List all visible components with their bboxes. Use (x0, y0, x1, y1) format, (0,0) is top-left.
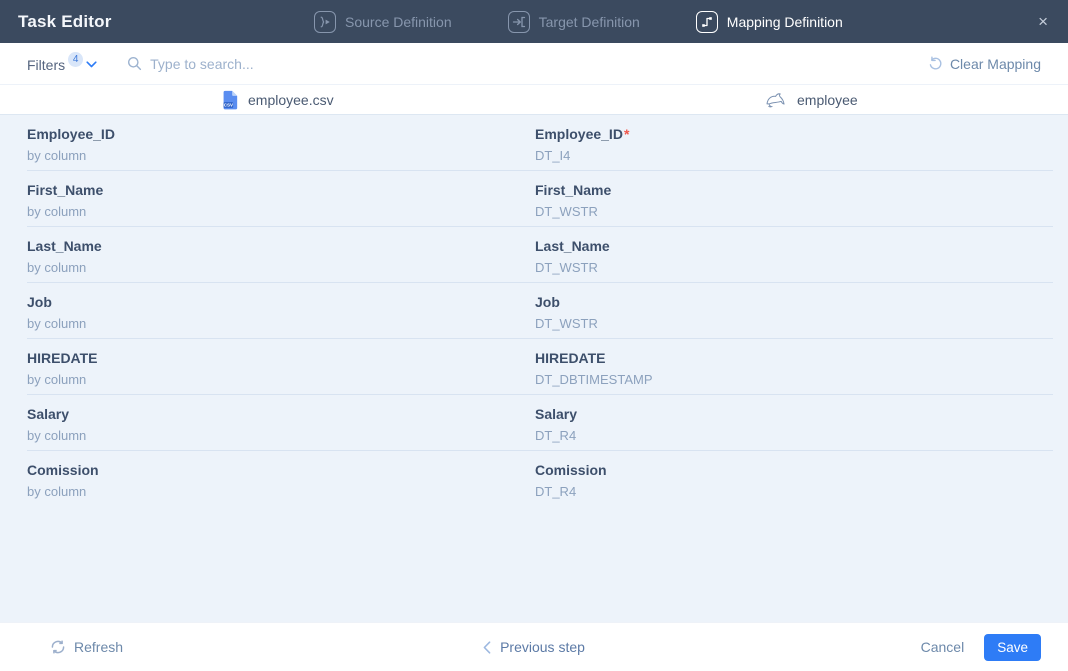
mapping-source-cell: Last_Name by column (0, 227, 535, 283)
mapping-target-cell: Employee_ID* DT_I4 (535, 115, 1068, 171)
source-mapping-mode: by column (27, 370, 535, 389)
mapping-source-cell: HIREDATE by column (0, 339, 535, 395)
mapping-list: Employee_ID by column Employee_ID* DT_I4… (0, 115, 1068, 622)
tab-mapping-definition[interactable]: Mapping Definition (696, 11, 843, 33)
chevron-down-icon (86, 61, 97, 68)
refresh-icon (50, 639, 66, 655)
clear-mapping-button[interactable]: Clear Mapping (928, 56, 1041, 72)
toolbar: Filters 4 Clear Mapping (0, 43, 1068, 85)
clear-mapping-icon (928, 56, 943, 71)
mapping-target-cell: Job* DT_WSTR (535, 283, 1068, 339)
target-column-name: Last_Name* (535, 236, 1068, 256)
source-column-name: HIREDATE (27, 348, 535, 368)
mapping-target-cell: Salary* DT_R4 (535, 395, 1068, 451)
svg-text:CSV: CSV (224, 102, 233, 107)
target-data-type: DT_WSTR (535, 314, 1068, 333)
column-headers: CSV employee.csv employee (0, 85, 1068, 115)
required-asterisk: * (624, 126, 629, 142)
source-mapping-mode: by column (27, 426, 535, 445)
target-data-type: DT_I4 (535, 146, 1068, 165)
footer-bar: Refresh Previous step Cancel Save (0, 622, 1068, 671)
mapping-target-cell: HIREDATE* DT_DBTIMESTAMP (535, 339, 1068, 395)
target-data-type: DT_WSTR (535, 202, 1068, 221)
target-data-type: DT_DBTIMESTAMP (535, 370, 1068, 389)
window-title: Task Editor (18, 12, 112, 32)
target-column-name: First_Name* (535, 180, 1068, 200)
mapping-row[interactable]: Employee_ID by column Employee_ID* DT_I4 (0, 115, 1068, 171)
target-table-name: employee (797, 92, 858, 108)
target-column-name: Comission* (535, 460, 1068, 480)
search-icon (127, 56, 142, 71)
search-box (127, 56, 928, 72)
mapping-definition-icon (696, 11, 718, 33)
save-button[interactable]: Save (984, 634, 1041, 661)
csv-file-icon: CSV (222, 90, 239, 110)
target-column-name: Employee_ID* (535, 124, 1068, 144)
target-column-name: Salary* (535, 404, 1068, 424)
filters-label: Filters (27, 54, 65, 73)
target-column-name: Job* (535, 292, 1068, 312)
tab-label: Source Definition (345, 14, 452, 30)
source-column-name: Job (27, 292, 535, 312)
mapping-target-cell: Last_Name* DT_WSTR (535, 227, 1068, 283)
tab-label: Mapping Definition (727, 14, 843, 30)
mapping-row[interactable]: Last_Name by column Last_Name* DT_WSTR (0, 227, 1068, 283)
close-icon[interactable]: × (1032, 0, 1054, 43)
task-editor-window: Task Editor Source Definition (0, 0, 1068, 671)
target-data-type: DT_WSTR (535, 258, 1068, 277)
step-tabs: Source Definition Target Definition (314, 0, 843, 43)
mapping-source-cell: Employee_ID by column (0, 115, 535, 171)
target-column-name: HIREDATE* (535, 348, 1068, 368)
tab-source-definition[interactable]: Source Definition (314, 11, 452, 33)
search-input[interactable] (150, 56, 490, 72)
mapping-source-cell: Salary by column (0, 395, 535, 451)
mapping-row[interactable]: Comission by column Comission* DT_R4 (0, 451, 1068, 507)
source-column-name: Salary (27, 404, 535, 424)
title-bar: Task Editor Source Definition (0, 0, 1068, 43)
source-column-name: Employee_ID (27, 124, 535, 144)
filters-dropdown[interactable]: Filters 4 (27, 54, 97, 73)
source-mapping-mode: by column (27, 202, 535, 221)
source-mapping-mode: by column (27, 146, 535, 165)
source-column-name: Last_Name (27, 236, 535, 256)
refresh-label: Refresh (74, 639, 123, 655)
target-data-type: DT_R4 (535, 482, 1068, 501)
mapping-source-cell: Comission by column (0, 451, 535, 507)
mapping-target-cell: First_Name* DT_WSTR (535, 171, 1068, 227)
previous-step-label: Previous step (500, 639, 585, 655)
mapping-target-cell: Comission* DT_R4 (535, 451, 1068, 507)
source-mapping-mode: by column (27, 258, 535, 277)
previous-step-button[interactable]: Previous step (483, 639, 585, 655)
source-mapping-mode: by column (27, 482, 535, 501)
source-column-header: CSV employee.csv (0, 90, 535, 110)
mapping-row[interactable]: First_Name by column First_Name* DT_WSTR (0, 171, 1068, 227)
mapping-row[interactable]: Salary by column Salary* DT_R4 (0, 395, 1068, 451)
footer-actions: Cancel Save (921, 634, 1041, 661)
source-column-name: Comission (27, 460, 535, 480)
source-file-name: employee.csv (248, 92, 334, 108)
mapping-row[interactable]: HIREDATE by column HIREDATE* DT_DBTIMEST… (0, 339, 1068, 395)
refresh-button[interactable]: Refresh (50, 639, 123, 655)
source-definition-icon (314, 11, 336, 33)
mapping-source-cell: Job by column (0, 283, 535, 339)
mapping-row[interactable]: Job by column Job* DT_WSTR (0, 283, 1068, 339)
target-definition-icon (508, 11, 530, 33)
target-data-type: DT_R4 (535, 426, 1068, 445)
tab-label: Target Definition (539, 14, 640, 30)
clear-mapping-label: Clear Mapping (950, 56, 1041, 72)
mapping-source-cell: First_Name by column (0, 171, 535, 227)
chevron-left-icon (483, 641, 491, 654)
target-column-header: employee (535, 91, 1068, 108)
mysql-dolphin-icon (765, 91, 787, 108)
source-mapping-mode: by column (27, 314, 535, 333)
source-column-name: First_Name (27, 180, 535, 200)
cancel-button[interactable]: Cancel (921, 639, 965, 655)
filters-count-badge: 4 (68, 52, 83, 67)
tab-target-definition[interactable]: Target Definition (508, 11, 640, 33)
